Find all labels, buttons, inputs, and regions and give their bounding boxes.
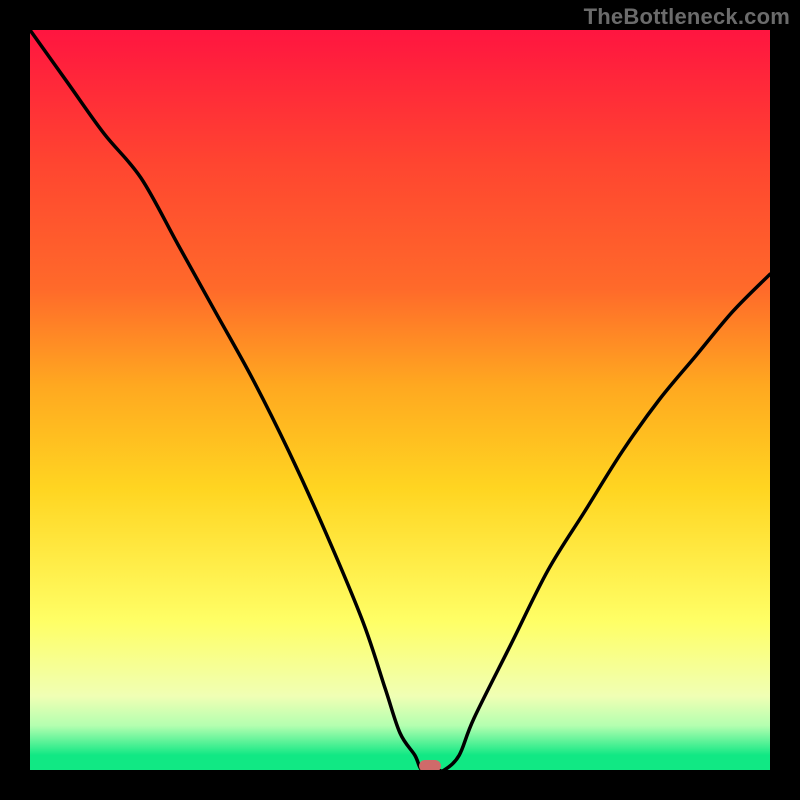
chart-stage: TheBottleneck.com	[0, 0, 800, 800]
watermark-text: TheBottleneck.com	[584, 4, 790, 30]
plot-area	[30, 30, 770, 770]
bottleneck-curve	[30, 30, 770, 770]
optimal-point-marker	[419, 760, 441, 770]
